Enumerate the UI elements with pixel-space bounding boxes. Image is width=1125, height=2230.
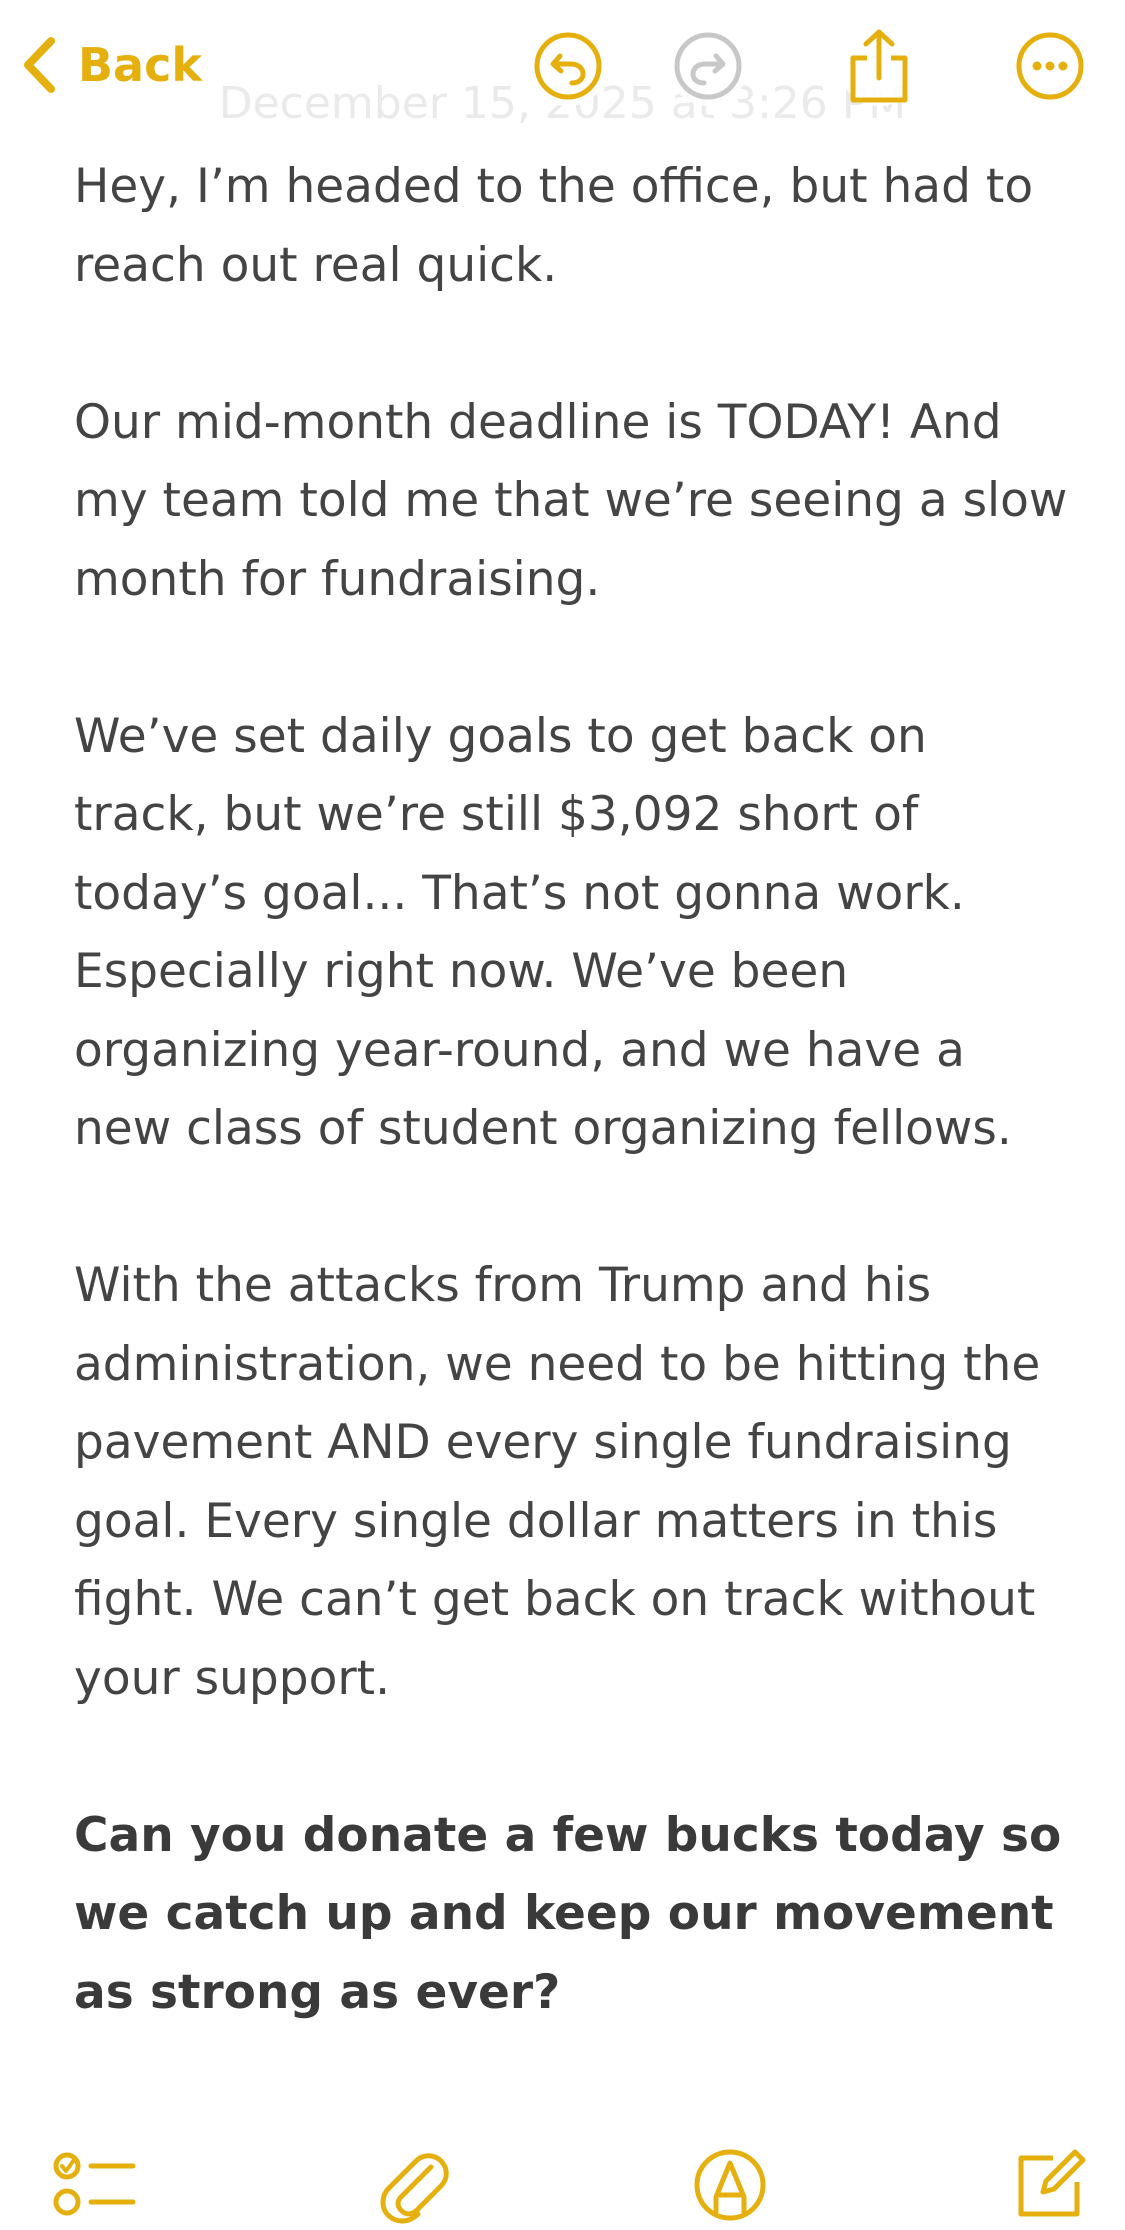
undo-button[interactable] <box>528 26 608 106</box>
note-paragraph: We’ve set daily goals to get back on tra… <box>74 708 1012 1157</box>
note-paragraph: With the attacks from Trump and his admi… <box>74 1258 1041 1706</box>
undo-icon <box>534 32 602 100</box>
compose-icon <box>1018 2149 1086 2217</box>
paperclip-icon <box>380 2153 449 2224</box>
more-button[interactable] <box>1010 26 1090 106</box>
checklist-icon <box>53 2152 136 2216</box>
note-body[interactable]: Hey, I’m headed to the office, but had t… <box>74 148 1074 2032</box>
note-closing-ask: Can you donate a few bucks today so we c… <box>74 1807 1062 2020</box>
markup-icon <box>694 2149 766 2221</box>
back-button[interactable]: Back <box>22 30 212 100</box>
share-icon <box>850 29 908 103</box>
attachment-button[interactable] <box>370 2140 460 2230</box>
note-paragraph: Our mid-month deadline is TODAY! And my … <box>74 394 1068 607</box>
checklist-button[interactable] <box>50 2140 140 2230</box>
redo-icon <box>674 32 742 100</box>
note-paragraph: Hey, I’m headed to the office, but had t… <box>74 159 1034 293</box>
compose-button[interactable] <box>1005 2140 1095 2230</box>
share-button[interactable] <box>839 26 919 106</box>
redo-button[interactable] <box>668 26 748 106</box>
more-icon <box>1016 32 1084 100</box>
chevron-left-icon <box>24 37 55 93</box>
back-label: Back <box>78 38 202 92</box>
top-toolbar: December 15, 2025 at 3:26 PM Back <box>0 0 1125 140</box>
markup-button[interactable] <box>685 2140 775 2230</box>
